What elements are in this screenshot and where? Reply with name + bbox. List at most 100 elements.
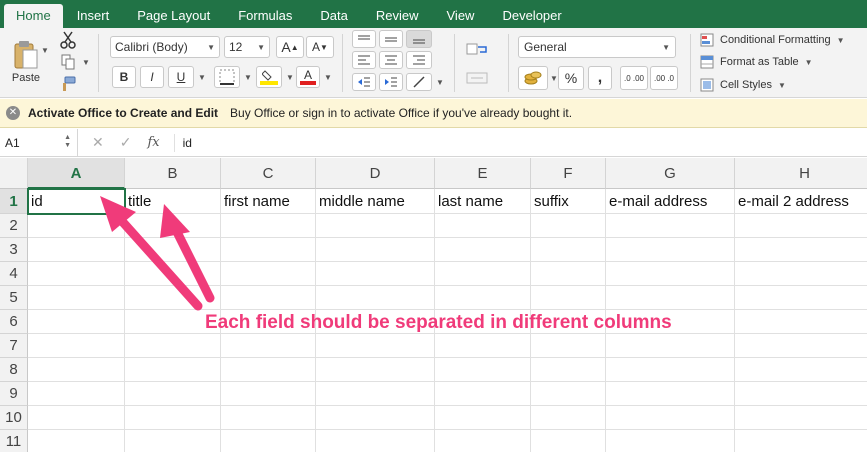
cell-b11[interactable] <box>125 430 221 452</box>
check-icon[interactable]: ✓ <box>120 134 132 151</box>
cell-e10[interactable] <box>435 406 531 430</box>
cell-d9[interactable] <box>316 382 435 406</box>
cell-a10[interactable] <box>28 406 125 430</box>
column-header-f[interactable]: F <box>531 158 606 189</box>
cell-e5[interactable] <box>435 286 531 310</box>
cell-b7[interactable] <box>125 334 221 358</box>
cell-h10[interactable] <box>735 406 867 430</box>
cell-d8[interactable] <box>316 358 435 382</box>
fill-color-button[interactable] <box>256 66 282 88</box>
formula-input[interactable]: id <box>173 133 192 152</box>
cell-h1[interactable]: e-mail 2 address <box>735 189 867 214</box>
cell-f2[interactable] <box>531 214 606 238</box>
cell-g2[interactable] <box>606 214 735 238</box>
cell-f8[interactable] <box>531 358 606 382</box>
cell-f4[interactable] <box>531 262 606 286</box>
cell-h3[interactable] <box>735 238 867 262</box>
cell-g4[interactable] <box>606 262 735 286</box>
align-middle-button[interactable] <box>379 30 403 48</box>
cell-f11[interactable] <box>531 430 606 452</box>
row-header-8[interactable]: 8 <box>0 358 28 382</box>
align-right-button[interactable] <box>406 51 432 69</box>
cell-f1[interactable]: suffix <box>531 189 606 214</box>
cell-a5[interactable] <box>28 286 125 310</box>
wrap-text-button[interactable] <box>462 38 492 60</box>
merge-center-button[interactable] <box>462 68 492 88</box>
underline-button[interactable]: U <box>168 66 194 88</box>
cell-e3[interactable] <box>435 238 531 262</box>
row-header-4[interactable]: 4 <box>0 262 28 286</box>
fill-color-chevron-down-icon[interactable]: ▼ <box>286 73 294 82</box>
tab-page-layout[interactable]: Page Layout <box>123 4 224 28</box>
cell-h11[interactable] <box>735 430 867 452</box>
cell-b9[interactable] <box>125 382 221 406</box>
tab-insert[interactable]: Insert <box>63 4 124 28</box>
close-circle-icon[interactable]: ✕ <box>6 106 20 120</box>
italic-button[interactable]: I <box>140 66 164 88</box>
tab-view[interactable]: View <box>433 4 489 28</box>
paste-chevron-down-icon[interactable]: ▼ <box>41 46 49 55</box>
cell-e4[interactable] <box>435 262 531 286</box>
row-header-7[interactable]: 7 <box>0 334 28 358</box>
cell-a8[interactable] <box>28 358 125 382</box>
column-header-d[interactable]: D <box>316 158 435 189</box>
cell-d1[interactable]: middle name <box>316 189 435 214</box>
percent-style-button[interactable]: % <box>558 66 584 90</box>
cell-c1[interactable]: first name <box>221 189 316 214</box>
cell-d2[interactable] <box>316 214 435 238</box>
cell-c10[interactable] <box>221 406 316 430</box>
cell-b3[interactable] <box>125 238 221 262</box>
cell-a3[interactable] <box>28 238 125 262</box>
grow-font-button[interactable]: A ▲ <box>276 36 304 58</box>
cell-c3[interactable] <box>221 238 316 262</box>
cell-h6[interactable] <box>735 310 867 334</box>
borders-button[interactable] <box>214 66 240 88</box>
copy-button[interactable] <box>58 52 78 72</box>
column-header-a[interactable]: A <box>28 158 125 189</box>
cell-c7[interactable] <box>221 334 316 358</box>
cell-d11[interactable] <box>316 430 435 452</box>
cell-f7[interactable] <box>531 334 606 358</box>
cell-c9[interactable] <box>221 382 316 406</box>
row-header-2[interactable]: 2 <box>0 214 28 238</box>
tab-home[interactable]: Home <box>4 4 63 28</box>
cell-d4[interactable] <box>316 262 435 286</box>
cell-styles-button[interactable]: Cell Styles ▼ <box>700 76 786 94</box>
cell-g10[interactable] <box>606 406 735 430</box>
borders-chevron-down-icon[interactable]: ▼ <box>244 73 252 82</box>
decrease-indent-button[interactable] <box>352 73 376 91</box>
row-header-11[interactable]: 11 <box>0 430 28 452</box>
cell-e8[interactable] <box>435 358 531 382</box>
align-left-button[interactable] <box>352 51 376 69</box>
cell-b10[interactable] <box>125 406 221 430</box>
cell-g11[interactable] <box>606 430 735 452</box>
cell-a6[interactable] <box>28 310 125 334</box>
bold-button[interactable]: B <box>112 66 136 88</box>
comma-style-button[interactable]: , <box>588 66 612 90</box>
cell-c2[interactable] <box>221 214 316 238</box>
cell-h9[interactable] <box>735 382 867 406</box>
tab-review[interactable]: Review <box>362 4 433 28</box>
increase-indent-button[interactable] <box>379 73 403 91</box>
fx-icon[interactable]: fx <box>147 135 159 150</box>
cell-d10[interactable] <box>316 406 435 430</box>
tab-developer[interactable]: Developer <box>488 4 575 28</box>
underline-chevron-down-icon[interactable]: ▼ <box>198 73 206 82</box>
accounting-chevron-down-icon[interactable]: ▼ <box>550 74 558 83</box>
cell-c5[interactable] <box>221 286 316 310</box>
cell-c8[interactable] <box>221 358 316 382</box>
cell-c11[interactable] <box>221 430 316 452</box>
cell-a2[interactable] <box>28 214 125 238</box>
increase-decimal-button[interactable]: .0 .00 <box>620 66 648 90</box>
cell-b8[interactable] <box>125 358 221 382</box>
cell-a7[interactable] <box>28 334 125 358</box>
select-all-corner[interactable] <box>0 158 28 189</box>
cell-f5[interactable] <box>531 286 606 310</box>
accounting-format-button[interactable] <box>518 66 548 90</box>
cell-e1[interactable]: last name <box>435 189 531 214</box>
row-header-3[interactable]: 3 <box>0 238 28 262</box>
column-header-h[interactable]: H <box>735 158 867 189</box>
cell-g3[interactable] <box>606 238 735 262</box>
column-header-c[interactable]: C <box>221 158 316 189</box>
text-orientation-button[interactable] <box>406 73 432 91</box>
